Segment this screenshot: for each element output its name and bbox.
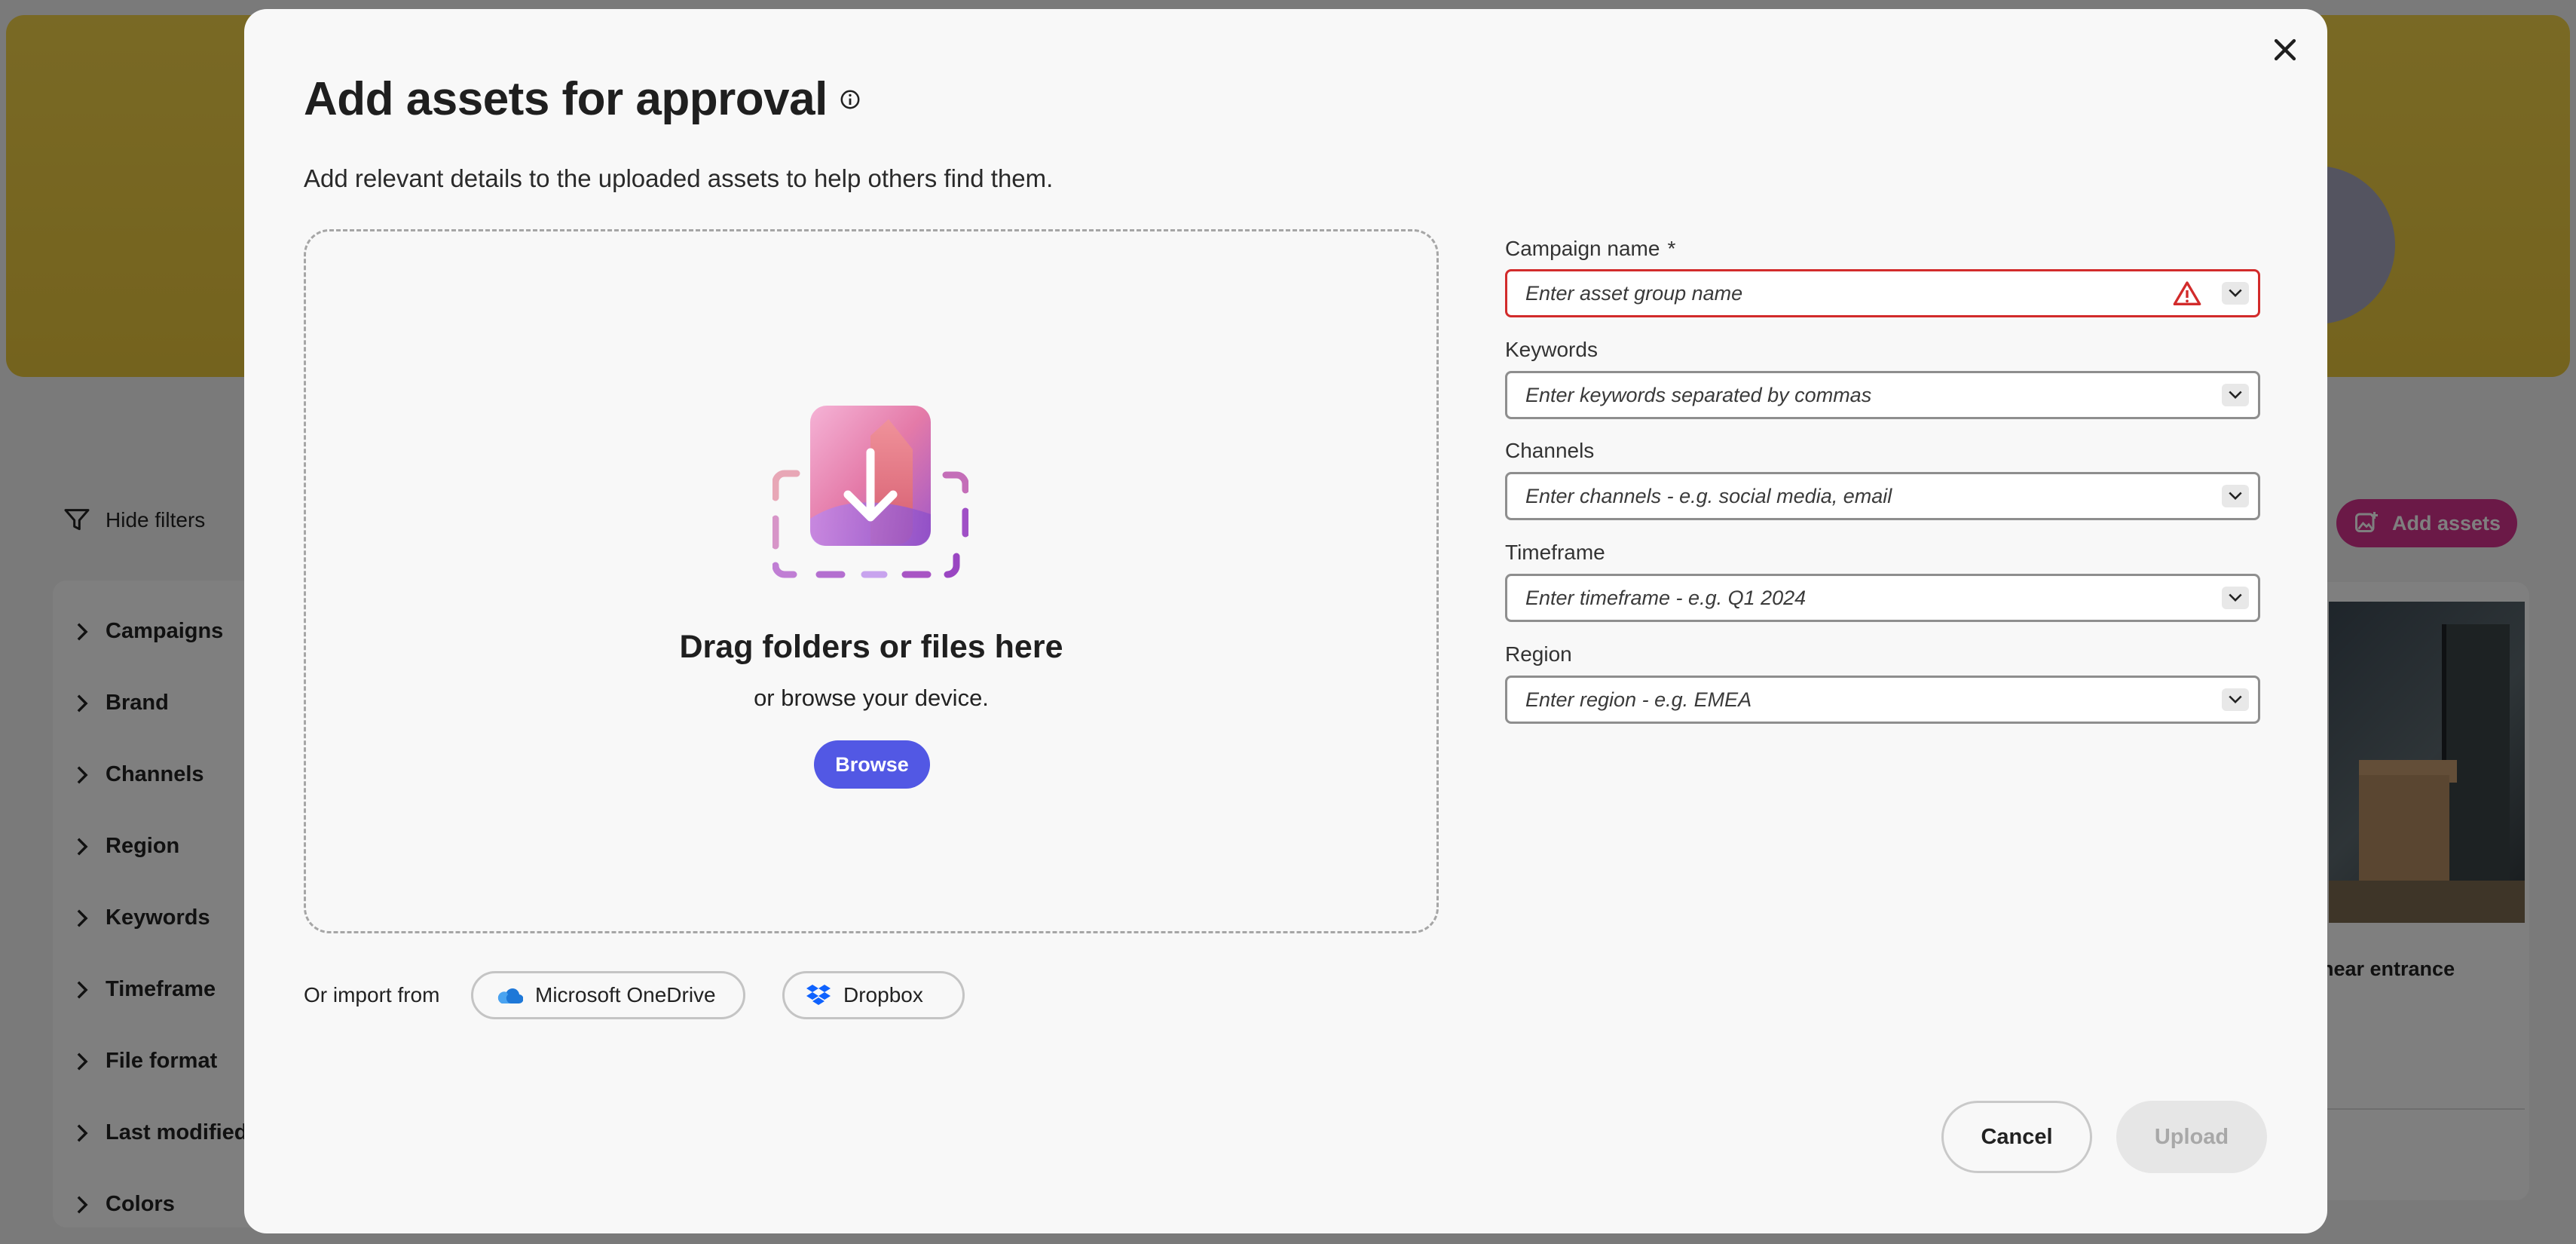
region-field[interactable]: Enter region - e.g. EMEA bbox=[1505, 676, 2260, 724]
upload-illustration-icon bbox=[772, 406, 968, 578]
dropbox-label: Dropbox bbox=[843, 983, 923, 1007]
onedrive-label: Microsoft OneDrive bbox=[535, 983, 716, 1007]
timeframe-placeholder: Enter timeframe - e.g. Q1 2024 bbox=[1525, 586, 1807, 609]
close-icon bbox=[2274, 38, 2296, 61]
chevron-down-icon bbox=[2229, 593, 2242, 602]
upload-button[interactable]: Upload bbox=[2116, 1101, 2267, 1173]
campaign-name-field[interactable]: Enter asset group name bbox=[1505, 269, 2260, 317]
browse-button[interactable]: Browse bbox=[814, 740, 930, 789]
cancel-button[interactable]: Cancel bbox=[1941, 1101, 2092, 1173]
keywords-placeholder: Enter keywords separated by commas bbox=[1525, 383, 1872, 406]
import-label: Or import from bbox=[304, 983, 440, 1007]
region-label: Region bbox=[1505, 642, 1572, 666]
timeframe-dropdown-button[interactable] bbox=[2222, 587, 2249, 609]
chevron-down-icon bbox=[2229, 492, 2242, 501]
channels-label: Channels bbox=[1505, 439, 1595, 462]
campaign-name-label-text: Campaign name bbox=[1505, 237, 1660, 260]
required-indicator: * bbox=[1667, 237, 1676, 260]
channels-field[interactable]: Enter channels - e.g. social media, emai… bbox=[1505, 472, 2260, 520]
chevron-down-icon bbox=[2229, 391, 2242, 400]
chevron-down-icon bbox=[2229, 695, 2242, 704]
close-button[interactable] bbox=[2269, 33, 2302, 66]
alert-icon bbox=[2173, 281, 2201, 305]
dropbox-icon bbox=[806, 985, 831, 1005]
onedrive-icon bbox=[497, 988, 523, 1004]
keywords-field[interactable]: Enter keywords separated by commas bbox=[1505, 371, 2260, 419]
timeframe-field[interactable]: Enter timeframe - e.g. Q1 2024 bbox=[1505, 574, 2260, 622]
info-icon[interactable] bbox=[840, 89, 861, 110]
dropbox-import-button[interactable]: Dropbox bbox=[782, 971, 965, 1019]
region-placeholder: Enter region - e.g. EMEA bbox=[1525, 688, 1752, 711]
dialog-title: Add assets for approval bbox=[304, 73, 828, 125]
dialog-header: Add assets for approval bbox=[304, 72, 861, 126]
dialog-subtitle: Add relevant details to the uploaded ass… bbox=[304, 164, 1054, 192]
keywords-dropdown-button[interactable] bbox=[2222, 384, 2249, 406]
timeframe-label: Timeframe bbox=[1505, 541, 1605, 564]
keywords-label: Keywords bbox=[1505, 338, 1598, 361]
region-dropdown-button[interactable] bbox=[2222, 688, 2249, 711]
dropzone-title: Drag folders or files here bbox=[679, 629, 1063, 665]
channels-placeholder: Enter channels - e.g. social media, emai… bbox=[1525, 484, 1892, 507]
chevron-down-icon bbox=[2229, 289, 2242, 298]
onedrive-import-button[interactable]: Microsoft OneDrive bbox=[471, 971, 745, 1019]
dropzone-subtitle: or browse your device. bbox=[754, 685, 989, 711]
campaign-name-label: Campaign name * bbox=[1505, 237, 1675, 261]
channels-dropdown-button[interactable] bbox=[2222, 485, 2249, 507]
campaign-name-placeholder: Enter asset group name bbox=[1525, 281, 1743, 305]
campaign-name-dropdown-button[interactable] bbox=[2222, 282, 2249, 305]
